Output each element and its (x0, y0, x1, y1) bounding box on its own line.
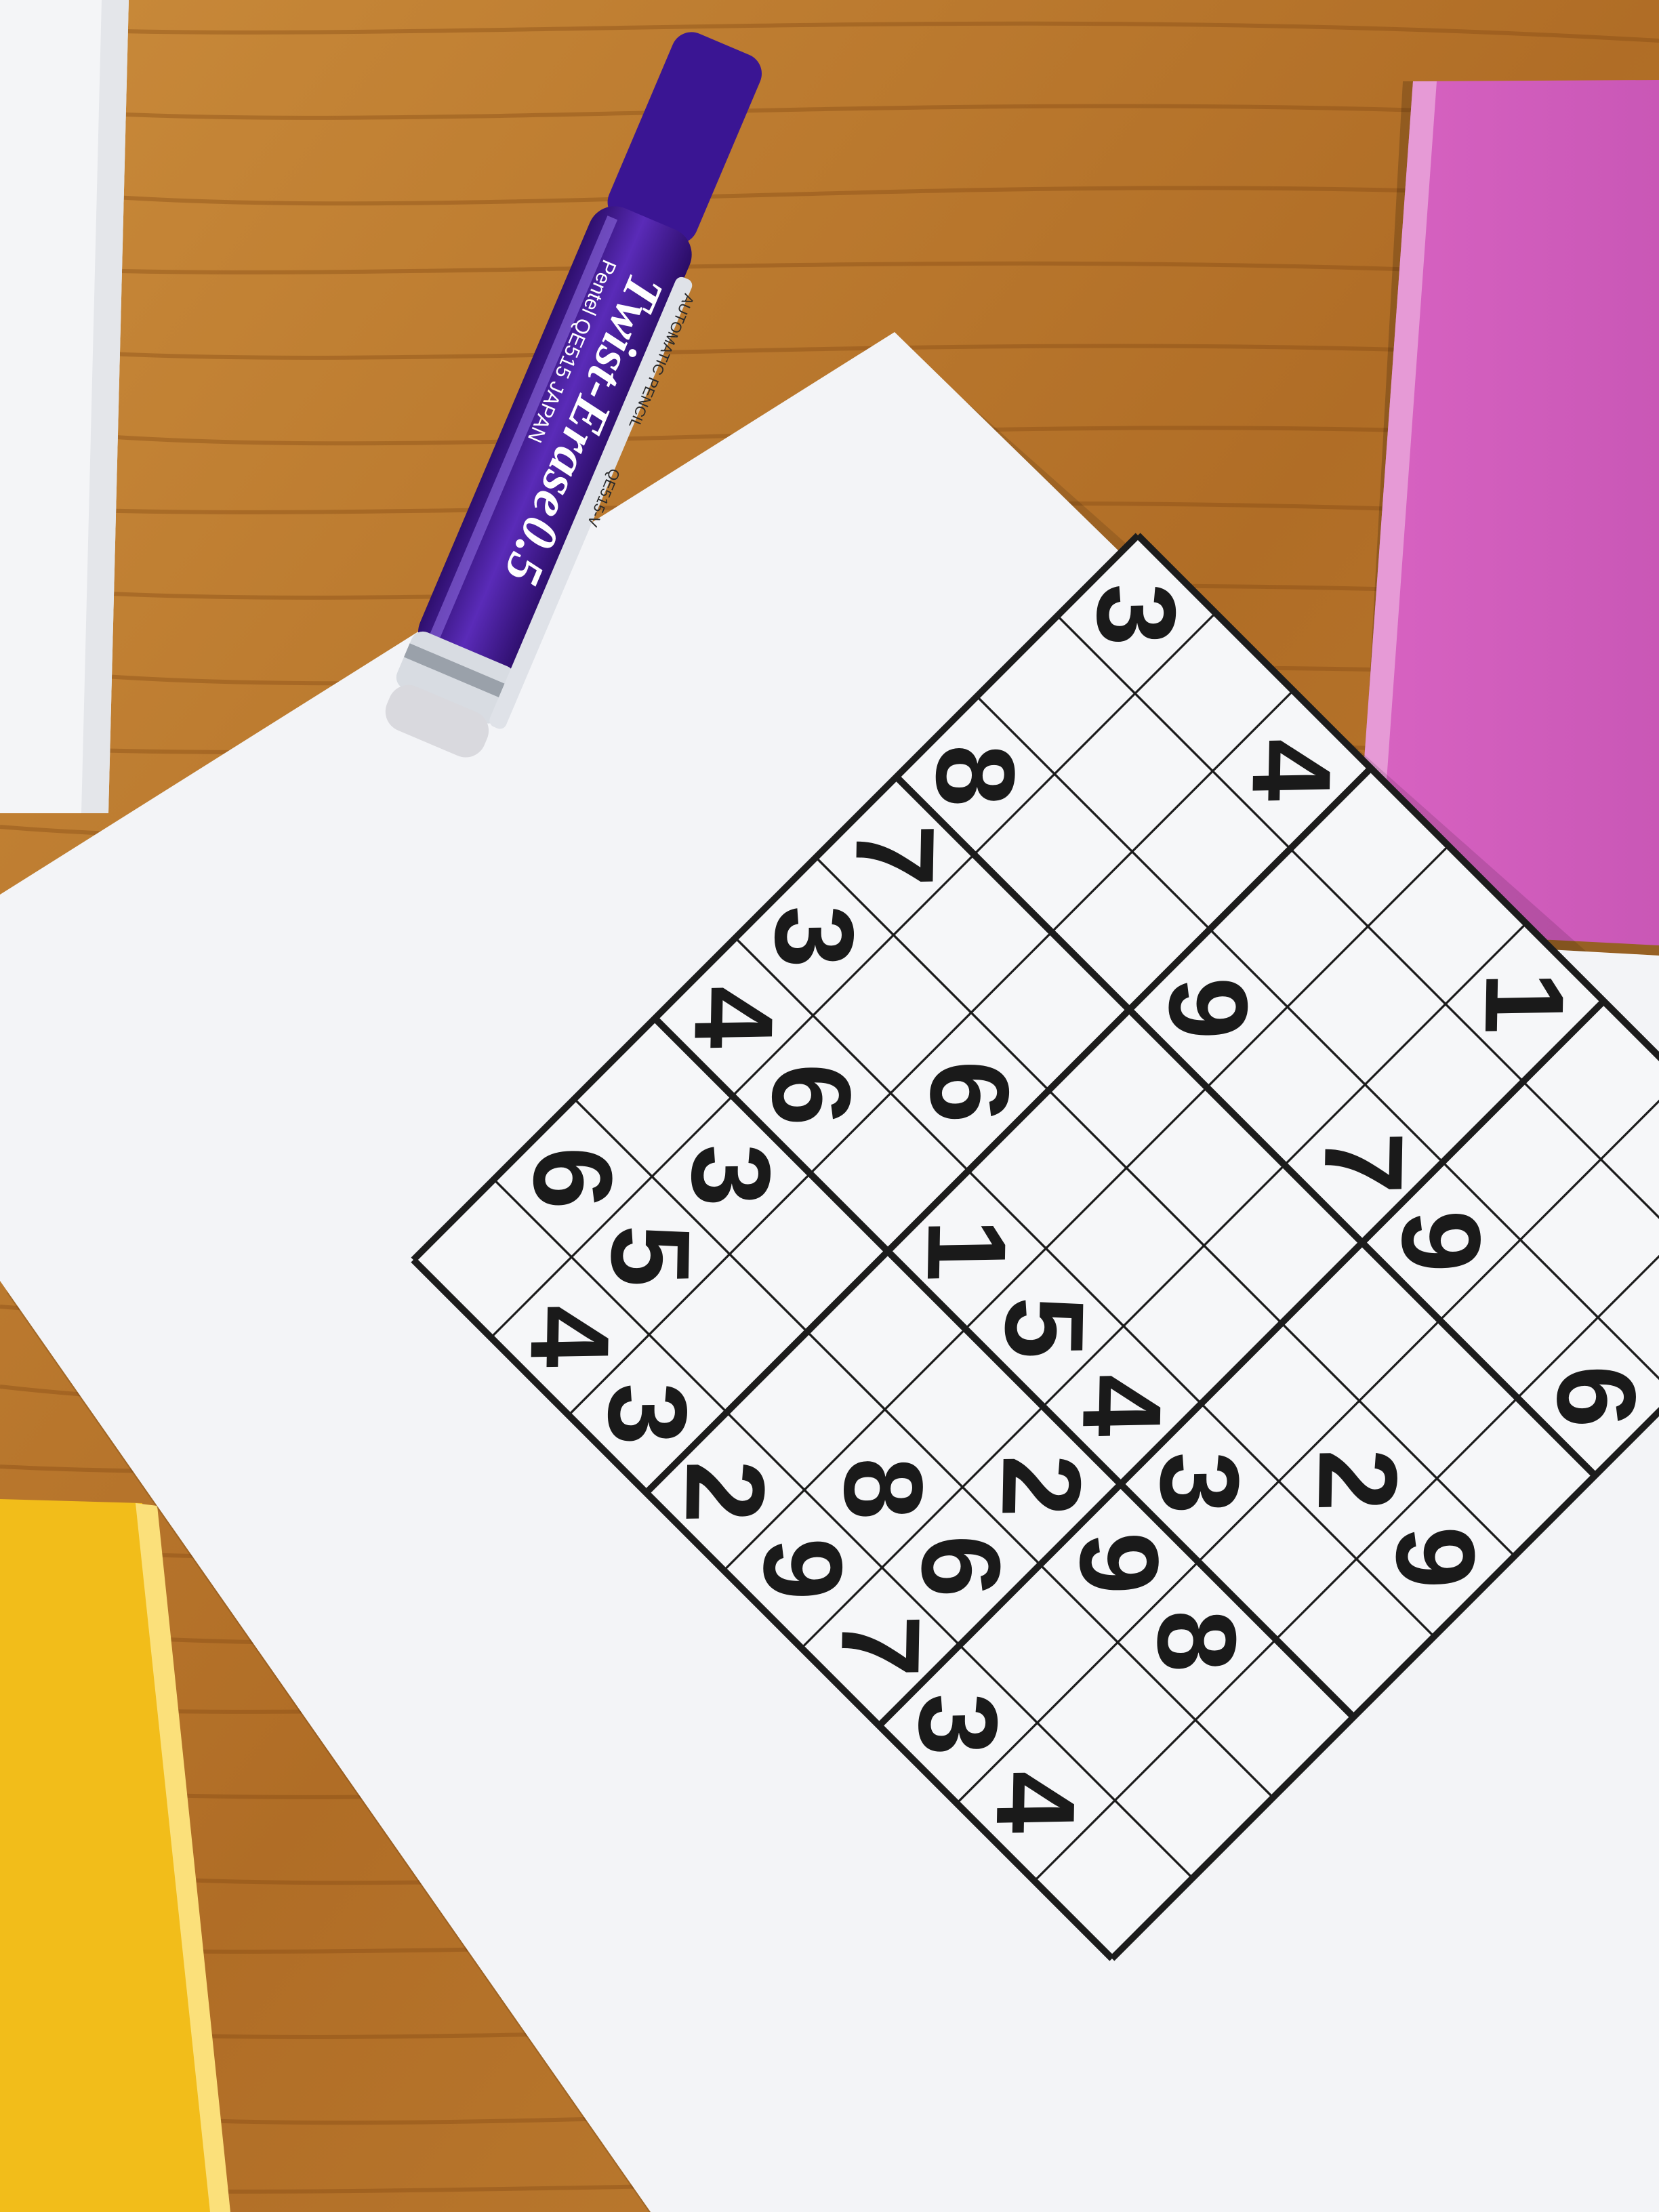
sudoku-given-digit: 3 (585, 1382, 711, 1446)
sudoku-given-digit: 1 (904, 1218, 1030, 1282)
white-envelope (0, 0, 129, 813)
sudoku-given-digit: 1 (1462, 970, 1588, 1035)
sudoku-given-digit: 5 (981, 1295, 1107, 1359)
sudoku-given-digit: 4 (507, 1304, 633, 1368)
sudoku-given-digit: 9 (1145, 976, 1271, 1040)
sudoku-given-digit: 3 (895, 1692, 1021, 1757)
sudoku-given-digit: 9 (1057, 1531, 1183, 1595)
sudoku-given-digit: 7 (818, 1614, 944, 1679)
sudoku-given-digit: 3 (1073, 582, 1200, 647)
sudoku-given-digit: 2 (979, 1454, 1105, 1518)
sudoku-given-digit: 9 (740, 1537, 866, 1601)
sudoku-given-digit: 2 (1295, 1448, 1421, 1512)
desk-photo-scene: 3418979673629461543329865864329734 Twist… (0, 0, 1659, 2212)
sudoku-given-digit: 6 (1534, 1364, 1659, 1429)
sudoku-given-digit: 5 (588, 1223, 714, 1288)
sudoku-given-digit: 4 (671, 985, 797, 1049)
sudoku-given-digit: 3 (752, 904, 878, 968)
sudoku-given-digit: 8 (913, 743, 1039, 808)
sudoku-given-digit: 3 (1136, 1450, 1263, 1515)
sudoku-given-digit: 6 (510, 1146, 636, 1210)
sudoku-given-digit: 4 (973, 1769, 1099, 1834)
sudoku-given-digit: 8 (821, 1456, 947, 1521)
sudoku-given-digit: 9 (1372, 1525, 1498, 1590)
sudoku-given-digit: 6 (907, 1059, 1033, 1124)
sudoku-given-digit: 9 (1378, 1209, 1504, 1273)
sudoku-given-digit: 6 (749, 1063, 875, 1127)
sudoku-given-digit: 7 (1300, 1131, 1427, 1195)
sudoku-given-digit: 4 (1229, 737, 1355, 802)
sudoku-given-digit: 8 (1134, 1609, 1260, 1673)
sudoku-given-digit: 3 (668, 1143, 794, 1207)
sudoku-given-digit: 7 (832, 823, 958, 888)
sudoku-given-digit: 2 (662, 1459, 788, 1523)
sudoku-given-digit: 6 (898, 1534, 1024, 1598)
sudoku-given-digit: 4 (1059, 1373, 1185, 1437)
